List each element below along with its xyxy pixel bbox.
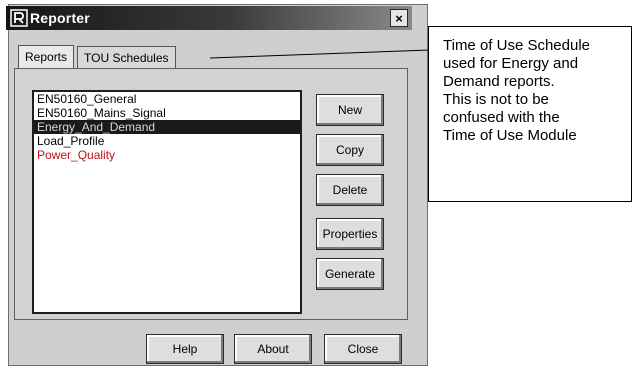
copy-button[interactable]: Copy [316,134,384,166]
tab-tou-schedules[interactable]: TOU Schedules [77,46,176,68]
report-list-item[interactable]: EN50160_General [34,92,300,106]
report-list-item[interactable]: EN50160_Mains_Signal [34,106,300,120]
reports-list[interactable]: EN50160_General EN50160_Mains_Signal Energ… [32,90,302,314]
callout-connector [210,49,430,59]
report-list-item[interactable]: Energy_And_Demand [34,120,300,134]
new-button[interactable]: New [316,94,384,126]
report-list-item[interactable]: Load_Profile [34,134,300,148]
reporter-app-icon [10,9,28,27]
close-button[interactable]: Close [324,334,402,364]
close-icon[interactable]: × [390,9,408,27]
callout-line: Time of Use Module [443,127,577,144]
callout-line: This is not to be [443,91,549,108]
tab-strip: Reports TOU Schedules [18,45,176,69]
generate-button[interactable]: Generate [316,258,384,290]
callout-line: Time of Use Schedule [443,37,591,54]
about-button[interactable]: About [234,334,312,364]
title-bar[interactable]: Reporter × [6,6,412,30]
callout-box: Time of Use Schedule used for Energy and… [428,26,632,202]
window-title: Reporter [30,10,90,26]
callout-line: used for Energy and [443,55,579,72]
properties-button[interactable]: Properties [316,218,384,250]
callout-line: Demand reports. [443,73,555,90]
tab-reports[interactable]: Reports [18,45,75,69]
callout-line: confused with the [443,109,560,126]
help-button[interactable]: Help [146,334,224,364]
report-list-item[interactable]: Power_Quality [34,148,300,162]
delete-button[interactable]: Delete [316,174,384,206]
